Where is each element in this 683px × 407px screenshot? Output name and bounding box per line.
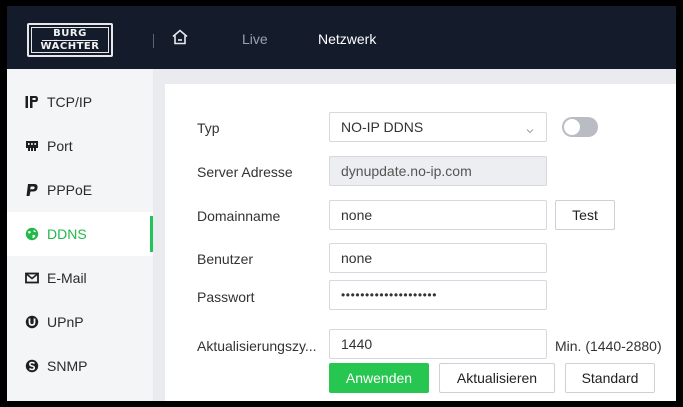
sidebar-item-label: TCP/IP [47,94,93,110]
domain-name-label: Domainname [197,208,281,224]
globe-icon [25,227,39,241]
ddns-type-value: NO-IP DDNS [341,119,424,135]
nav-tab-live[interactable]: Live [242,31,268,47]
sidebar-item-snmp[interactable]: SNMP [7,344,153,388]
sidebar-item-upnp[interactable]: UPnP [7,300,153,344]
chevron-down-icon [526,122,534,134]
burg-waechter-logo: BURG WÄCHTER [27,23,113,57]
sidebar-item-label: E-Mail [47,270,87,286]
mail-icon [25,271,39,285]
sidebar-item-label: DDNS [47,226,87,242]
password-input[interactable]: •••••••••••••••••••• [329,280,547,310]
domain-name-value: none [341,207,373,223]
server-address-value: dynupdate.no-ip.com [341,163,472,179]
top-navigation-bar: BURG WÄCHTER Live Netzwerk [7,6,676,69]
nav-tab-netzwerk[interactable]: Netzwerk [318,31,376,47]
refresh-button[interactable]: Aktualisieren [439,363,555,393]
server-address-label: Server Adresse [197,164,293,180]
logo-text-line1: BURG [53,27,87,39]
upnp-icon [25,315,39,329]
update-interval-label: Aktualisierungszy... [197,338,317,354]
pppoe-icon [25,183,39,197]
sidebar-item-label: UPnP [47,314,84,330]
server-address-field[interactable]: dynupdate.no-ip.com [329,156,547,186]
snmp-icon [25,359,39,373]
password-label: Passwort [197,289,255,305]
test-button[interactable]: Test [555,200,615,230]
sidebar-item-port[interactable]: Port [7,124,153,168]
ddns-type-select[interactable]: NO-IP DDNS [329,112,547,142]
user-input[interactable]: none [329,243,547,273]
ddns-settings-panel: Typ NO-IP DDNS Server Adresse dynupdate.… [165,84,676,401]
type-label: Typ [197,120,220,136]
logo-text-line2: WÄCHTER [40,40,100,52]
sidebar: TCP/IP Port PPPoE DDNS E-Mail UPnP SNMP [7,69,153,401]
home-icon[interactable] [171,28,189,46]
sidebar-item-label: Port [47,138,73,154]
apply-button[interactable]: Anwenden [329,363,429,393]
toggle-knob [564,119,580,135]
sidebar-item-pppoe[interactable]: PPPoE [7,168,153,212]
sidebar-item-tcpip[interactable]: TCP/IP [7,80,153,124]
port-icon [25,139,39,153]
update-interval-value: 1440 [341,336,373,352]
header-divider [153,34,154,48]
sidebar-item-label: SNMP [47,358,88,374]
update-interval-hint: Min. (1440-2880) [555,338,662,354]
update-interval-input[interactable]: 1440 [329,329,547,359]
ddns-enable-toggle[interactable] [562,117,598,137]
domain-name-input[interactable]: none [329,200,547,230]
user-label: Benutzer [197,251,254,267]
user-value: none [341,250,373,266]
sidebar-item-ddns[interactable]: DDNS [7,212,153,256]
default-button[interactable]: Standard [565,363,655,393]
ip-icon [25,95,39,109]
sidebar-item-label: PPPoE [47,182,93,198]
sidebar-item-email[interactable]: E-Mail [7,256,153,300]
password-value: •••••••••••••••••••• [341,288,438,302]
app-window: BURG WÄCHTER Live Netzwerk TCP/IP Port P… [7,6,676,401]
